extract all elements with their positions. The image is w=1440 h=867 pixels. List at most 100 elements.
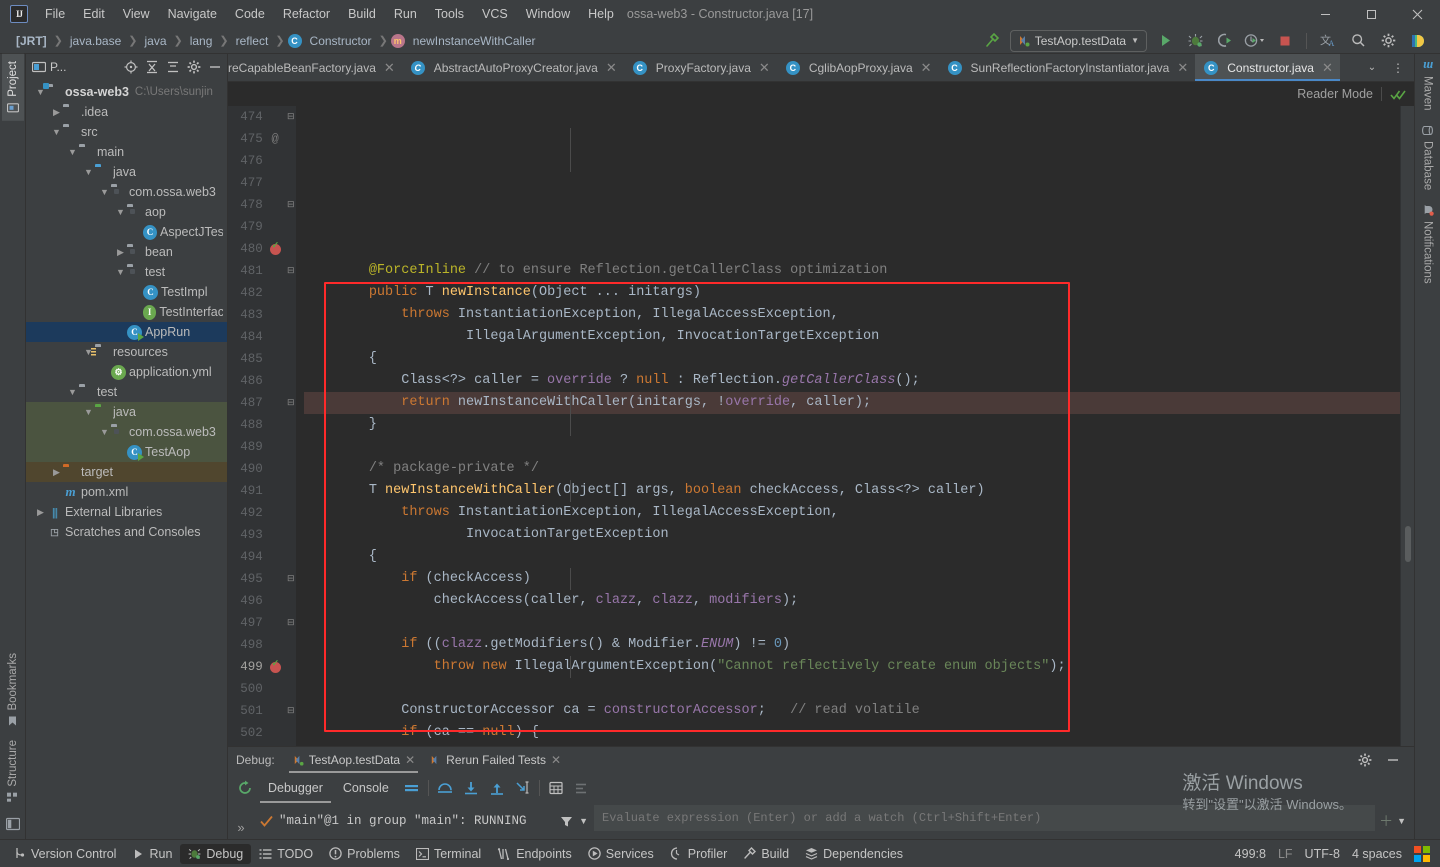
- sidebar-item-database[interactable]: Database: [1417, 118, 1439, 197]
- menu-help[interactable]: Help: [579, 2, 623, 26]
- chevron-right-icon[interactable]: ▶: [50, 107, 63, 118]
- chevron-down-icon[interactable]: ▼: [98, 187, 111, 197]
- close-icon[interactable]: ✕: [606, 60, 617, 76]
- gutter-row[interactable]: 481 ⊟: [228, 260, 296, 282]
- editor-tab-constructor-java[interactable]: C Constructor.java ✕: [1195, 54, 1340, 81]
- sidebar-item-maven[interactable]: m Maven: [1415, 54, 1440, 118]
- close-icon[interactable]: ✕: [759, 60, 770, 76]
- debug-session-tab-testdata[interactable]: TestAop.testData ✕: [285, 750, 422, 773]
- statusbar-tool-todo[interactable]: TODO: [251, 844, 321, 864]
- close-icon[interactable]: ✕: [1322, 60, 1333, 76]
- tree-node-bean[interactable]: ▶ bean: [26, 242, 227, 262]
- tree-node-scratches-and-consoles[interactable]: ◳ Scratches and Consoles: [26, 522, 227, 542]
- statusbar-tool-problems[interactable]: Problems: [321, 844, 408, 864]
- debug-session-tab-rerun-failed[interactable]: Rerun Failed Tests ✕: [422, 750, 568, 770]
- hide-icon[interactable]: [1380, 748, 1406, 772]
- tree-node-testinterface[interactable]: ITestInterface: [26, 302, 227, 322]
- code-fold-icon[interactable]: ⊟: [287, 266, 295, 276]
- code-line[interactable]: }: [304, 414, 1400, 436]
- chevron-down-icon[interactable]: ▼: [114, 207, 127, 217]
- close-button[interactable]: [1394, 0, 1440, 28]
- run-with-coverage-icon[interactable]: [1213, 30, 1237, 52]
- chevron-down-icon[interactable]: ▼: [66, 387, 79, 397]
- gear-icon[interactable]: [1376, 30, 1400, 52]
- gutter-row[interactable]: 487 ⊟: [228, 392, 296, 414]
- tree-node-ossa-web3[interactable]: ▼ ossa-web3 C:\Users\sunjin: [26, 82, 227, 102]
- chevron-down-icon[interactable]: ▼: [66, 147, 79, 157]
- breadcrumb-reflect[interactable]: reflect: [232, 33, 273, 49]
- menu-build[interactable]: Build: [339, 2, 385, 26]
- translate-icon[interactable]: 文A: [1316, 30, 1340, 52]
- menu-file[interactable]: File: [36, 2, 74, 26]
- tree-node-java[interactable]: ▼ java: [26, 402, 227, 422]
- tree-node-apprun[interactable]: C AppRun: [26, 322, 227, 342]
- tree-node-test[interactable]: ▼ test: [26, 382, 227, 402]
- code-fold-icon[interactable]: ⊟: [287, 112, 295, 122]
- code-fold-icon[interactable]: ⊟: [287, 618, 295, 628]
- expand-icon[interactable]: [163, 57, 183, 77]
- gutter-row[interactable]: 493: [228, 524, 296, 546]
- gutter-row[interactable]: 474 ⊟: [228, 106, 296, 128]
- chevron-right-icon[interactable]: ▶: [114, 247, 127, 258]
- close-icon[interactable]: ✕: [1177, 60, 1188, 76]
- profiler-dropdown-icon[interactable]: [1243, 30, 1267, 52]
- code-viewport[interactable]: 474 ⊟ 475 @476 477 478 ⊟ 479 480 481 ⊟ 482 483 484 485…: [228, 106, 1414, 746]
- statusbar-tool-debug[interactable]: Debug: [180, 843, 252, 864]
- indent-setting[interactable]: 4 spaces: [1352, 847, 1402, 861]
- close-icon[interactable]: ✕: [384, 60, 395, 76]
- code-line[interactable]: throws InstantiationException, IllegalAc…: [304, 304, 1400, 326]
- code-line[interactable]: public T newInstance(Object ... initargs…: [304, 282, 1400, 304]
- code-line[interactable]: /* package-private */: [304, 458, 1400, 480]
- sidebar-item-project[interactable]: Project: [1, 54, 24, 121]
- menu-code[interactable]: Code: [226, 2, 274, 26]
- gutter-row[interactable]: 480: [228, 238, 296, 260]
- chevron-down-icon[interactable]: ⌄: [1360, 57, 1384, 79]
- filter-icon[interactable]: [560, 815, 573, 828]
- minimize-button[interactable]: [1302, 0, 1348, 28]
- step-out-icon[interactable]: [484, 776, 510, 800]
- gutter-row[interactable]: 501 ⊟: [228, 700, 296, 722]
- gutter-row[interactable]: 499: [228, 656, 296, 678]
- project-tree[interactable]: ▼ ossa-web3 C:\Users\sunjin ▶ .idea ▼ src ▼ main…: [26, 80, 227, 839]
- project-panel-title[interactable]: P...: [32, 60, 66, 74]
- statusbar-tool-dependencies[interactable]: Dependencies: [797, 844, 911, 864]
- gutter-row[interactable]: 485: [228, 348, 296, 370]
- breakpoint-icon[interactable]: [269, 241, 281, 255]
- editor-tab-cglibaopproxy-java[interactable]: C CglibAopProxy.java ✕: [777, 54, 939, 81]
- menu-edit[interactable]: Edit: [74, 2, 114, 26]
- tree-node-external-libraries[interactable]: ▶ ||| External Libraries: [26, 502, 227, 522]
- double-check-icon[interactable]: [1390, 88, 1406, 101]
- gutter-row[interactable]: 491: [228, 480, 296, 502]
- tree-node-java[interactable]: ▼ java: [26, 162, 227, 182]
- close-icon[interactable]: ✕: [921, 60, 932, 76]
- menu-refactor[interactable]: Refactor: [274, 2, 339, 26]
- code-line[interactable]: [304, 678, 1400, 700]
- code-text[interactable]: @ForceInline // to ensure Reflection.get…: [296, 106, 1400, 746]
- stop-icon[interactable]: [1273, 30, 1297, 52]
- tree-node-test[interactable]: ▼ test: [26, 262, 227, 282]
- code-line[interactable]: {: [304, 348, 1400, 370]
- tree-node-target[interactable]: ▶ target: [26, 462, 227, 482]
- breadcrumb-method[interactable]: m newInstanceWithCaller: [390, 33, 540, 49]
- collapse-all-icon[interactable]: [142, 57, 162, 77]
- menu-view[interactable]: View: [114, 2, 159, 26]
- chevron-down-icon[interactable]: ▼: [50, 127, 63, 137]
- code-line[interactable]: T newInstanceWithCaller(Object[] args, b…: [304, 480, 1400, 502]
- gutter-row[interactable]: 502: [228, 722, 296, 744]
- layout-icon[interactable]: [1, 810, 25, 839]
- code-fold-icon[interactable]: ⊟: [287, 398, 295, 408]
- code-fold-icon[interactable]: ⊟: [287, 574, 295, 584]
- tree-node-com-ossa-web3[interactable]: ▼ com.ossa.web3: [26, 182, 227, 202]
- tree-node-application-yml[interactable]: ⚙ application.yml: [26, 362, 227, 382]
- statusbar-tool-terminal[interactable]: Terminal: [408, 844, 489, 864]
- more-vertical-icon[interactable]: ⋮: [1386, 57, 1410, 79]
- gutter-row[interactable]: 492: [228, 502, 296, 524]
- sidebar-item-notifications[interactable]: Notifications: [1417, 197, 1439, 291]
- statusbar-tool-build[interactable]: Build: [735, 844, 797, 864]
- chevron-down-icon[interactable]: ▼: [82, 167, 95, 177]
- sidebar-item-bookmarks[interactable]: Bookmarks: [2, 646, 24, 734]
- layout-icon[interactable]: [399, 776, 425, 800]
- evaluate-icon[interactable]: [543, 776, 569, 800]
- hide-icon[interactable]: [205, 57, 225, 77]
- tree-node-main[interactable]: ▼ main: [26, 142, 227, 162]
